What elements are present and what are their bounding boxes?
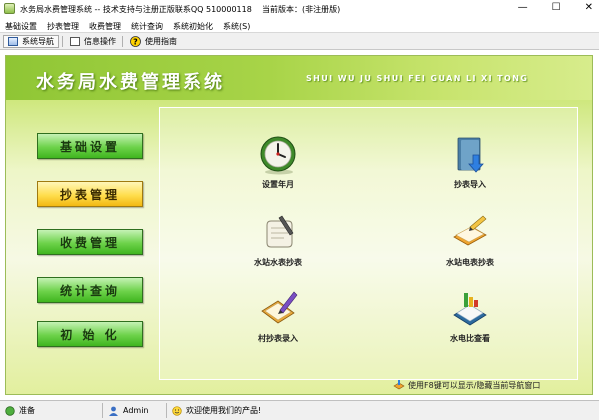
nav-basic-settings-button[interactable]: 基础设置 [37, 133, 143, 159]
user-guide-label: 使用指南 [145, 37, 177, 46]
clock-icon [260, 136, 296, 175]
func-import-readings-label: 抄表导入 [454, 180, 486, 189]
func-village-entry-label: 村抄表录入 [258, 334, 298, 343]
func-set-year-month[interactable]: 设置年月 [218, 135, 338, 197]
system-pinyin: SHUI WU JU SHUI FEI GUAN LI XI TONG [306, 74, 529, 83]
document-icon [70, 37, 80, 46]
version-label: 当前版本：(非注册版) [261, 5, 341, 14]
nav-init-button[interactable]: 初 始 化 [37, 321, 143, 347]
system-nav-label: 系统导航 [22, 37, 54, 46]
scroll-pen-icon [266, 215, 294, 248]
ledger-icon [453, 293, 487, 326]
nav-meter-reading-button[interactable]: 抄表管理 [37, 181, 143, 207]
user-guide-button[interactable]: ? 使用指南 [126, 35, 181, 48]
status-user-text: Admin [123, 406, 149, 415]
status-ready-text: 准备 [19, 406, 35, 415]
func-electric-meter-reading[interactable]: 水站电表抄表 [410, 213, 530, 275]
f8-hint-text: 使用F8键可以显示/隐藏当前导航窗口 [408, 381, 541, 390]
status-ready: 准备 [3, 403, 35, 418]
window-title: 水务局水费管理系统 -- 技术支持与注册正版联系QQ 510000118 当前版… [20, 4, 340, 15]
window-controls: — ☐ ✕ [518, 2, 593, 13]
status-welcome: 欢迎使用我们的产品! [170, 403, 261, 418]
status-bar: 准备 Admin 欢迎使用我们的产品! [0, 400, 599, 420]
close-button[interactable]: ✕ [585, 2, 593, 13]
minimize-button[interactable]: — [518, 2, 528, 13]
toolbar: 系统导航 信息操作 ? 使用指南 [0, 32, 599, 50]
ready-icon [5, 405, 15, 416]
app-icon [4, 3, 15, 14]
help-icon: ? [130, 36, 141, 47]
status-user: Admin [106, 403, 149, 418]
main-panel: 水务局水费管理系统 SHUI WU JU SHUI FEI GUAN LI XI… [5, 55, 593, 395]
menu-statistics[interactable]: 统计查询 [126, 18, 168, 32]
folder-import-icon [457, 137, 484, 173]
system-nav-button[interactable]: 系统导航 [3, 35, 59, 48]
func-set-year-month-label: 设置年月 [262, 180, 294, 189]
menu-basic-settings[interactable]: 基础设置 [0, 18, 42, 32]
window-icon [8, 37, 18, 46]
title-bar: 水务局水费管理系统 -- 技术支持与注册正版联系QQ 510000118 当前版… [0, 0, 599, 18]
func-village-entry[interactable]: 村抄表录入 [218, 289, 338, 351]
menu-meter-reading[interactable]: 抄表管理 [42, 18, 84, 32]
status-welcome-text: 欢迎使用我们的产品! [186, 406, 262, 415]
func-water-meter-reading[interactable]: 水站水表抄表 [218, 213, 338, 275]
func-import-readings[interactable]: 抄表导入 [410, 135, 530, 197]
system-title: 水务局水费管理系统 [36, 72, 225, 93]
info-ops-label: 信息操作 [84, 37, 116, 46]
header-band: 水务局水费管理系统 SHUI WU JU SHUI FEI GUAN LI XI… [6, 56, 592, 100]
toolbar-separator [122, 36, 123, 47]
book-pen-icon [453, 215, 487, 246]
svg-text:?: ? [133, 37, 138, 46]
menu-bar: 基础设置 抄表管理 收费管理 统计查询 系统初始化 系统(S) [0, 18, 599, 32]
status-divider [166, 403, 167, 418]
func-water-meter-reading-label: 水站水表抄表 [254, 258, 302, 267]
clipboard-pen-icon [261, 291, 298, 324]
func-ratio-view-label: 水电比查看 [450, 334, 490, 343]
status-divider [102, 403, 103, 418]
nav-charge-button[interactable]: 收费管理 [37, 229, 143, 255]
f8-hint: 使用F8键可以显示/隐藏当前导航窗口 [393, 380, 540, 391]
window-title-text: 水务局水费管理系统 -- 技术支持与注册正版联系QQ 510000118 [20, 5, 252, 14]
func-electric-meter-reading-label: 水站电表抄表 [446, 258, 494, 267]
menu-system-init[interactable]: 系统初始化 [168, 18, 218, 32]
function-area: 设置年月 抄表导入 水站水表抄表 水站电表抄表 村抄表录入 水电比查看 [159, 107, 578, 380]
user-icon [109, 406, 118, 416]
menu-system[interactable]: 系统(S) [218, 18, 255, 32]
info-ops-button[interactable]: 信息操作 [66, 35, 120, 48]
nav-statistics-button[interactable]: 统计查询 [37, 277, 143, 303]
smile-icon [172, 405, 182, 416]
func-ratio-view[interactable]: 水电比查看 [410, 289, 530, 351]
toolbar-separator [62, 36, 63, 47]
hint-icon [393, 380, 405, 390]
menu-charge[interactable]: 收费管理 [84, 18, 126, 32]
maximize-button[interactable]: ☐ [552, 2, 561, 13]
